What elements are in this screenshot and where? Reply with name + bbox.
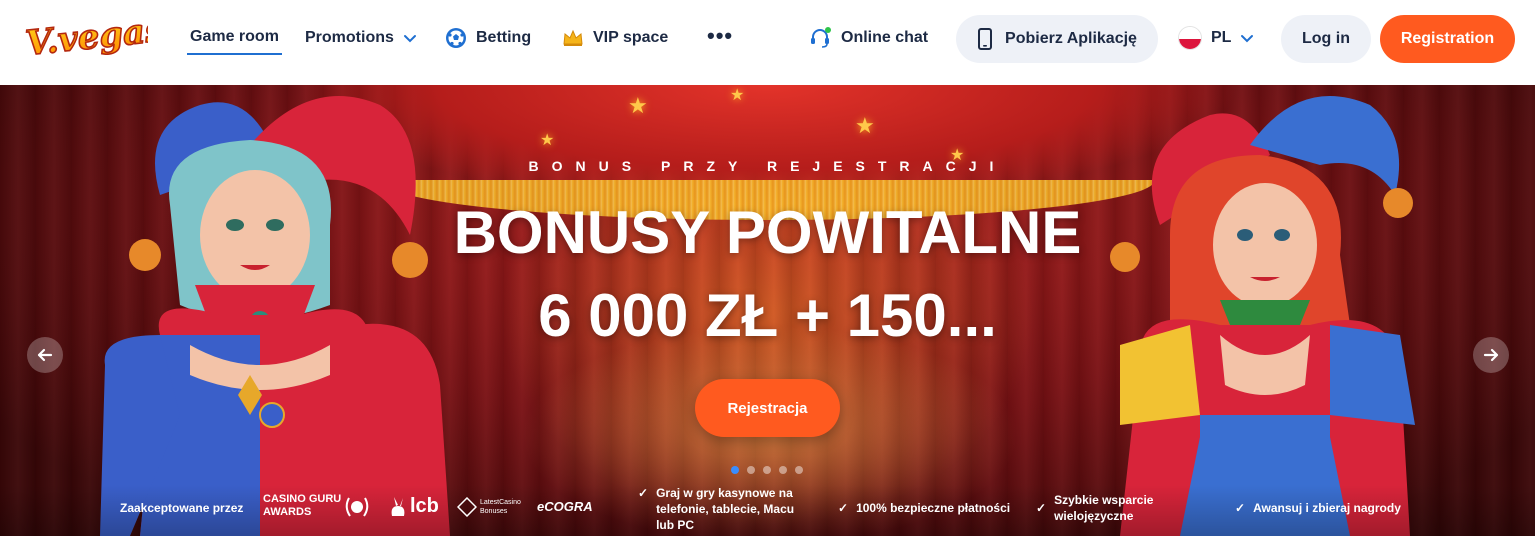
- nav-promotions[interactable]: Promotions: [305, 20, 417, 56]
- svg-text:V.vegas: V.vegas: [24, 11, 148, 64]
- check-icon: ✓: [838, 501, 849, 515]
- hero-kicker: BONUS PRZY REJESTRACJI: [528, 158, 1007, 174]
- download-app-button[interactable]: Pobierz Aplikację: [956, 15, 1158, 63]
- nav-betting-label: Betting: [476, 29, 532, 46]
- feature-text: Awansuj i zbieraj nagrody: [1253, 501, 1401, 515]
- feature-text: Graj w gry kasynowe na: [656, 486, 793, 500]
- lcb-logo-text: lcb: [410, 495, 439, 517]
- arrow-right-icon: [1483, 348, 1499, 362]
- nav-vip-label: VIP space: [593, 29, 669, 46]
- check-icon: ✓: [1036, 501, 1047, 515]
- lcb-rabbit-icon: [391, 497, 405, 516]
- latest-line1: LatestCasino: [480, 499, 521, 506]
- soccer-ball-icon: [446, 28, 466, 48]
- nav-game-room-label: Game room: [190, 28, 279, 45]
- feature-support: ✓ Szybkie wsparcie wielojęzyczne: [1036, 492, 1153, 524]
- feature-rewards: ✓ Awansuj i zbieraj nagrody: [1235, 500, 1401, 516]
- feature-multi-device: ✓ Graj w gry kasynowe na telefonie, tabl…: [638, 485, 794, 533]
- registration-button[interactable]: Registration: [1380, 15, 1515, 63]
- carousel-dot[interactable]: [779, 466, 787, 474]
- language-selector[interactable]: PL: [1178, 20, 1254, 56]
- poland-flag-icon: [1178, 26, 1202, 50]
- register-cta-label: Rejestracja: [727, 399, 808, 417]
- latest-casino-bonuses-logo: LatestCasino Bonuses: [480, 498, 521, 516]
- more-dots-icon: •••: [707, 23, 734, 48]
- feature-secure-payments: ✓ 100% bezpieczne płatności: [838, 500, 1010, 516]
- casino-guru-line2: AWARDS: [263, 506, 312, 518]
- headset-icon: [811, 27, 831, 48]
- feature-text: telefonie, tablecie, Macu: [656, 502, 795, 516]
- carousel-pagination: [731, 466, 803, 474]
- star-decoration: ★: [730, 87, 745, 104]
- site-header: V.vegas Game room Promotions Betting VIP…: [0, 0, 1535, 85]
- online-chat-label: Online chat: [841, 29, 929, 46]
- download-app-label: Pobierz Aplikację: [1005, 30, 1137, 47]
- accepted-by-label: Zaakceptowane przez: [120, 501, 244, 515]
- nav-more-menu[interactable]: •••: [707, 18, 733, 54]
- feature-text: lub PC: [656, 518, 695, 532]
- latest-casino-bonuses-icon: [457, 497, 477, 517]
- latest-line2: Bonuses: [480, 508, 508, 515]
- online-chat-button[interactable]: Online chat: [808, 20, 928, 56]
- arrow-left-icon: [37, 348, 53, 362]
- ecogra-logo: eCOGRA: [537, 499, 593, 514]
- carousel-dot[interactable]: [747, 466, 755, 474]
- crown-icon: [563, 29, 583, 46]
- phone-icon: [978, 28, 993, 50]
- hero-subtitle: 6 000 ZŁ + 150...: [538, 282, 997, 349]
- nav-game-room[interactable]: Game room: [187, 21, 282, 55]
- star-decoration: ★: [855, 113, 875, 138]
- carousel-prev-button[interactable]: [27, 337, 63, 373]
- carousel-dot[interactable]: [763, 466, 771, 474]
- nav-betting[interactable]: Betting: [445, 20, 531, 56]
- hero-title: BONUSY POWITALNE: [453, 199, 1082, 266]
- chevron-down-icon: [403, 35, 416, 43]
- casino-guru-award: CASINO GURU AWARDS: [263, 493, 341, 519]
- star-decoration: ★: [540, 132, 555, 149]
- login-button[interactable]: Log in: [1281, 15, 1371, 63]
- feature-text: Szybkie wsparcie: [1054, 493, 1154, 507]
- nav-vip-space[interactable]: VIP space: [562, 20, 668, 56]
- laurel-badge-icon: [345, 497, 369, 517]
- check-icon: ✓: [1235, 501, 1246, 515]
- nav-promotions-label: Promotions: [305, 29, 394, 46]
- trust-strip: Zaakceptowane przez CASINO GURU AWARDS l…: [0, 485, 1535, 536]
- carousel-dot[interactable]: [795, 466, 803, 474]
- chevron-down-icon: [1241, 35, 1254, 43]
- check-icon: ✓: [638, 486, 649, 500]
- feature-text: wielojęzyczne: [1054, 509, 1134, 523]
- hero-banner[interactable]: ★ ★ ★ ★ ★ BONUS PRZY REJESTRACJI BONUSY …: [0, 85, 1535, 536]
- login-label: Log in: [1302, 30, 1350, 47]
- casino-guru-line1: CASINO GURU: [263, 493, 342, 505]
- vvegas-logo[interactable]: V.vegas: [24, 11, 148, 69]
- registration-label: Registration: [1400, 30, 1495, 47]
- carousel-next-button[interactable]: [1473, 337, 1509, 373]
- feature-text: 100% bezpieczne płatności: [856, 501, 1011, 515]
- carousel-dot[interactable]: [731, 466, 739, 474]
- register-cta-button[interactable]: Rejestracja: [695, 379, 840, 437]
- star-decoration: ★: [628, 93, 648, 118]
- language-code: PL: [1211, 29, 1232, 46]
